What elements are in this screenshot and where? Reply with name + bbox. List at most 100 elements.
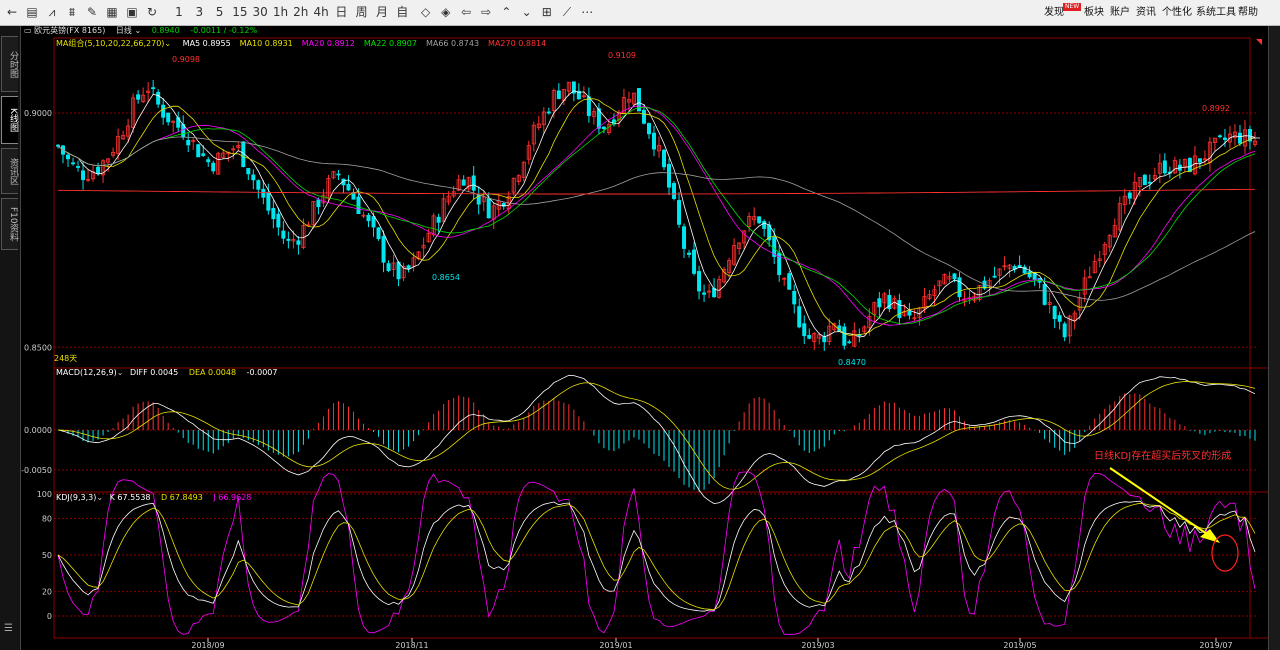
menu-2[interactable]: 账户	[1110, 4, 1130, 21]
period-label: 日线	[115, 26, 132, 35]
drawing-icon[interactable]: ✎	[84, 4, 100, 21]
period-2-button[interactable]: 5	[211, 4, 229, 21]
macd-settings-label[interactable]: MACD(12,26,9)	[56, 368, 117, 377]
line-chart-icon[interactable]: ⩘	[44, 4, 60, 21]
candle	[361, 211, 366, 219]
candle	[66, 152, 71, 167]
candle	[727, 257, 732, 278]
candle-body	[206, 159, 211, 163]
candle-body	[161, 104, 166, 118]
ma-legend-item: MA66 0.8743	[425, 39, 480, 48]
left-tab-0[interactable]: 分时图	[1, 36, 18, 92]
candle	[917, 306, 922, 326]
more-icon[interactable]: ⋯	[579, 4, 595, 21]
kline-chart[interactable]: 0.9000 0.8500 0.0000 -0.0050 100 80 50 20 0 2018/…	[20, 26, 1268, 650]
candle	[882, 291, 887, 311]
period-0-button[interactable]: 1	[170, 4, 188, 21]
candle-body	[1217, 135, 1222, 138]
candle	[1027, 266, 1032, 279]
candle	[1127, 190, 1132, 205]
left-tab-2[interactable]: 资讯区	[1, 148, 18, 194]
period-5-button[interactable]: 1h	[272, 4, 290, 21]
menu-list-icon[interactable]: ☰	[4, 623, 13, 634]
arrow-right-icon[interactable]: ⇨	[478, 4, 494, 21]
expand-icon[interactable]: ◈	[438, 4, 454, 21]
menu-3[interactable]: 资讯	[1136, 4, 1156, 21]
candle-body	[151, 87, 156, 90]
period-4-button[interactable]: 30	[251, 4, 269, 21]
menu-1[interactable]: 板块	[1084, 4, 1104, 21]
candle	[1192, 146, 1197, 176]
period-11-button[interactable]: 自	[393, 4, 411, 21]
chevron-down-icon: ⌄	[134, 26, 142, 35]
candle	[1242, 120, 1247, 154]
macd-diff-value: DIFF 0.0045	[130, 368, 179, 377]
candle-body	[486, 198, 491, 219]
left-tab-1[interactable]: K线图	[1, 96, 18, 144]
candle	[311, 200, 316, 229]
candle-body	[371, 216, 376, 228]
period-9-button[interactable]: 周	[353, 4, 371, 21]
period-3-button[interactable]: 15	[231, 4, 249, 21]
candle	[702, 284, 707, 303]
arrow-left-icon[interactable]: ⇦	[458, 4, 474, 21]
menu-4[interactable]: 个性化	[1162, 4, 1192, 21]
candle	[1177, 159, 1182, 179]
menu-6[interactable]: 帮助	[1238, 4, 1258, 21]
candlestick-icon[interactable]: ⩩	[64, 4, 80, 21]
period-1-button[interactable]: 3	[190, 4, 208, 21]
candle	[787, 270, 792, 290]
chevron-double-down-icon[interactable]: ⌄	[519, 4, 535, 21]
candle	[521, 161, 526, 182]
diamond-icon[interactable]: ◇	[418, 4, 434, 21]
period-10-button[interactable]: 月	[373, 4, 391, 21]
candle-body	[71, 162, 76, 165]
candle	[181, 115, 186, 140]
candle	[957, 272, 962, 302]
calendar-icon[interactable]: ▦	[104, 4, 120, 21]
ma-settings-label[interactable]: MA组合(5,10,20,22,66,270)	[56, 39, 164, 48]
save-icon[interactable]: ▣	[124, 4, 140, 21]
macd-legend: MACD(12,26,9)⌄ DIFF 0.0045 DEA 0.0048 -0…	[56, 368, 278, 378]
period-8-button[interactable]: 日	[332, 4, 350, 21]
candle	[441, 193, 446, 222]
chevron-down-icon[interactable]: ⌄	[96, 493, 103, 502]
draw-line-icon[interactable]: ⟋	[559, 4, 575, 21]
candle	[236, 142, 241, 152]
kdj-settings-label[interactable]: KDJ(9,3,3)	[56, 493, 96, 502]
candle	[707, 283, 712, 299]
chevron-double-up-icon[interactable]: ⌃	[498, 4, 514, 21]
last-price: 0.8940	[151, 26, 180, 35]
candle	[1172, 156, 1177, 174]
left-tab-3[interactable]: F10资料	[1, 198, 18, 250]
right-scroll-strip[interactable]	[1268, 26, 1280, 650]
menu-5[interactable]: 系统工具	[1196, 4, 1236, 21]
grid-icon[interactable]: ⊞	[539, 4, 555, 21]
candle	[777, 245, 782, 282]
period-7-button[interactable]: 4h	[312, 4, 330, 21]
candle	[1112, 218, 1117, 238]
candle	[166, 112, 171, 126]
ma5-line	[57, 90, 1256, 338]
chevron-down-icon[interactable]: ⌄	[164, 39, 171, 48]
chevron-down-icon[interactable]: ⌄	[117, 368, 124, 377]
candle	[336, 169, 341, 180]
ma-legend-item: MA20 0.8912	[301, 39, 355, 48]
price-extreme-label: 0.8470	[838, 358, 866, 367]
candle	[732, 238, 737, 267]
candle	[381, 230, 386, 273]
candle-body	[396, 261, 401, 280]
candle	[862, 325, 867, 334]
candle-body	[286, 238, 291, 241]
table-icon[interactable]: ▤	[24, 4, 40, 21]
candle-body	[897, 300, 902, 318]
candle	[877, 292, 882, 317]
kdj-j-value: J 66.9628	[213, 493, 252, 502]
refresh-icon[interactable]: ↻	[144, 4, 160, 21]
candle-body	[697, 271, 702, 292]
period-6-button[interactable]: 2h	[292, 4, 310, 21]
menu-0[interactable]: 发现	[1044, 4, 1064, 21]
candle	[246, 168, 251, 180]
back-icon[interactable]: ←	[4, 4, 20, 21]
symbol-selector[interactable]: ▭ 欧元英镑(FX 8165) 日线 ⌄ 0.8940 -0.0011 / -0…	[24, 26, 257, 36]
